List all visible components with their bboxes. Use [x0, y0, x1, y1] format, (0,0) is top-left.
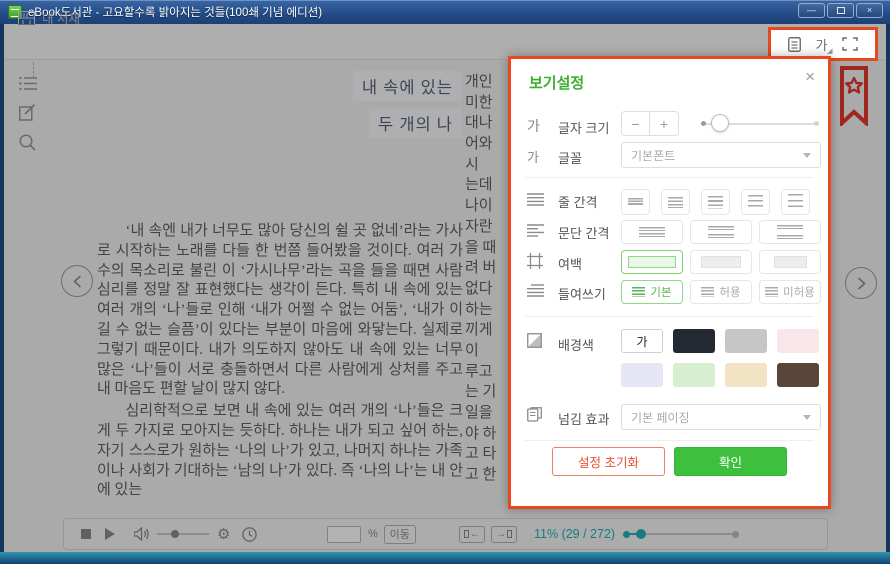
slider-max-dot — [814, 121, 819, 126]
viewer-settings-button[interactable] — [788, 37, 801, 52]
indent-option-disallow[interactable]: 미허용 — [759, 280, 821, 304]
indent-option-allow[interactable]: 허용 — [690, 280, 752, 304]
bg-swatch-beige[interactable] — [725, 363, 767, 387]
bg-swatch-green[interactable] — [673, 363, 715, 387]
margin-option-3[interactable] — [759, 250, 821, 274]
page-effect-label: 넘김 효과 — [558, 409, 609, 428]
section-divider — [525, 177, 814, 178]
margin-icon — [527, 253, 543, 269]
fullscreen-button[interactable] — [842, 37, 858, 51]
close-button[interactable]: × — [856, 3, 883, 18]
background-color-swatches: 가 — [621, 329, 819, 387]
page-effect-dropdown[interactable]: 기본 페이징 — [621, 404, 821, 430]
bg-swatch-brown[interactable] — [777, 363, 819, 387]
indent-options: 기본 허용 미허용 — [621, 280, 821, 304]
font-size-slider[interactable] — [701, 123, 819, 125]
bg-swatch-lavender[interactable] — [621, 363, 663, 387]
section-divider — [525, 440, 814, 441]
font-size-plus-button[interactable]: + — [650, 111, 679, 136]
line-spacing-option-2[interactable] — [661, 189, 690, 215]
app-window: eBook도서관 - 고요할수록 밝아지는 것들(100쇄 기념 에디션) — … — [0, 0, 890, 564]
line-spacing-options — [621, 189, 810, 215]
paragraph-spacing-option-2[interactable] — [690, 220, 752, 244]
indent-option-default-selected[interactable]: 기본 — [621, 280, 683, 304]
font-size-stepper: − + — [621, 111, 679, 136]
margin-label: 여백 — [558, 254, 582, 273]
line-spacing-option-3[interactable] — [701, 189, 730, 215]
font-size-icon: 가 — [527, 116, 540, 136]
dialog-close-button[interactable]: × — [805, 67, 815, 87]
slider-min-dot — [701, 121, 706, 126]
background-color-icon — [527, 333, 542, 348]
paragraph-spacing-option-3[interactable] — [759, 220, 821, 244]
indent-label: 들여쓰기 — [558, 284, 606, 303]
font-size-minus-button[interactable]: − — [621, 111, 650, 136]
font-size-slider-handle[interactable] — [711, 114, 729, 132]
reset-settings-button[interactable]: 설정 초기화 — [552, 447, 665, 476]
minimize-button[interactable]: — — [798, 3, 825, 18]
fullscreen-icon — [842, 37, 858, 51]
paragraph-spacing-options — [621, 220, 821, 244]
bg-swatch-dark[interactable] — [673, 329, 715, 353]
bg-swatch-gray[interactable] — [725, 329, 767, 353]
title-bar: eBook도서관 - 고요할수록 밝아지는 것들(100쇄 기념 에디션) — … — [0, 0, 890, 24]
font-label: 글꼴 — [558, 148, 582, 167]
maximize-icon — [837, 7, 845, 14]
section-divider — [525, 316, 814, 317]
font-settings-label: 가 — [816, 38, 828, 53]
font-size-label: 글자 크기 — [558, 118, 609, 137]
dialog-title: 보기설정 — [529, 72, 584, 93]
page-effect-icon — [527, 407, 542, 422]
bg-swatch-label: 가 — [636, 333, 647, 350]
page-effect-value: 기본 페이징 — [631, 409, 690, 426]
line-spacing-option-4[interactable] — [741, 189, 770, 215]
chevron-down-icon — [803, 153, 811, 158]
document-icon — [788, 37, 801, 52]
font-settings-button[interactable]: 가◢ — [816, 35, 828, 54]
maximize-button[interactable] — [827, 3, 854, 18]
bg-swatch-pink[interactable] — [777, 329, 819, 353]
resize-mark-icon: ◢ — [827, 47, 832, 55]
background-color-label: 배경색 — [558, 335, 594, 354]
margin-option-2[interactable] — [690, 250, 752, 274]
chevron-down-icon — [803, 415, 811, 420]
font-dropdown-value: 기본폰트 — [631, 147, 675, 164]
line-spacing-icon — [527, 193, 544, 206]
confirm-button[interactable]: 확인 — [674, 447, 787, 476]
window-bottom-frame — [0, 552, 890, 564]
margin-option-1-selected[interactable] — [621, 250, 683, 274]
line-spacing-option-1[interactable] — [621, 189, 650, 215]
bookshelf-icon — [18, 11, 35, 25]
indent-icon — [527, 284, 544, 297]
margin-options — [621, 250, 821, 274]
paragraph-spacing-icon — [527, 224, 544, 237]
line-spacing-option-5[interactable] — [781, 189, 810, 215]
bg-swatch-white-selected[interactable]: 가 — [621, 329, 663, 353]
view-settings-dialog: 보기설정 × 가 글자 크기 − + 가 글꼴 기본폰트 줄 간격 — [508, 56, 831, 509]
paragraph-spacing-label: 문단 간격 — [558, 223, 609, 242]
paragraph-spacing-option-1[interactable] — [621, 220, 683, 244]
font-icon: 가 — [527, 147, 539, 166]
line-spacing-label: 줄 간격 — [558, 192, 598, 211]
font-dropdown[interactable]: 기본폰트 — [621, 142, 821, 168]
